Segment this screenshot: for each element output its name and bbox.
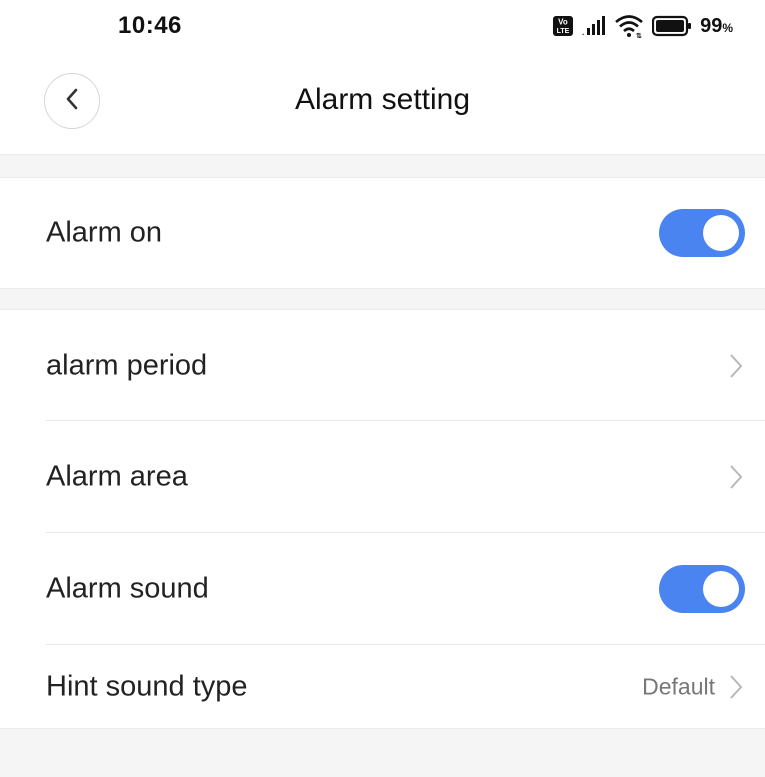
page-title: Alarm setting: [294, 83, 471, 116]
wifi-icon: ⇅: [614, 14, 644, 38]
hint-sound-type-label: Hint sound type: [46, 670, 248, 702]
status-time: 10:46: [118, 12, 182, 39]
chevron-right-icon: [729, 353, 743, 379]
hint-sound-type-value: Default: [642, 673, 715, 699]
alarm-sound-row: Alarm sound: [0, 533, 765, 645]
header-bar: Alarm setting: [0, 52, 765, 154]
battery-percent: 99%: [700, 14, 733, 37]
chevron-right-icon: [729, 464, 743, 490]
toggle-knob: [703, 571, 739, 607]
alarm-sound-label: Alarm sound: [46, 572, 209, 605]
section-divider: [0, 288, 765, 310]
alarm-on-toggle[interactable]: [659, 209, 745, 257]
chevron-right-icon: [729, 674, 743, 700]
alarm-on-row: Alarm on: [0, 178, 765, 288]
volte-icon: Vo LTE: [552, 15, 574, 37]
toggle-knob: [703, 215, 739, 251]
alarm-sound-toggle[interactable]: [659, 565, 745, 613]
alarm-period-row[interactable]: alarm period: [0, 310, 765, 421]
svg-text:LTE: LTE: [557, 28, 570, 35]
signal-icon: .: [582, 15, 606, 37]
alarm-on-label: Alarm on: [46, 216, 163, 249]
status-bar: 10:46 Vo LTE . ⇅ 99%: [0, 0, 765, 52]
alarm-area-label: Alarm area: [46, 460, 188, 493]
alarm-area-row[interactable]: Alarm area: [0, 421, 765, 533]
section-divider: [0, 728, 765, 777]
alarm-period-label: alarm period: [46, 349, 208, 381]
section-divider: [0, 154, 765, 178]
hint-sound-type-row[interactable]: Hint sound type Default: [0, 645, 765, 728]
battery-icon: [652, 15, 692, 37]
status-icons: Vo LTE . ⇅ 99%: [552, 12, 733, 40]
svg-text:.: .: [582, 28, 584, 37]
svg-text:⇅: ⇅: [636, 32, 642, 38]
svg-text:Vo: Vo: [558, 18, 568, 27]
